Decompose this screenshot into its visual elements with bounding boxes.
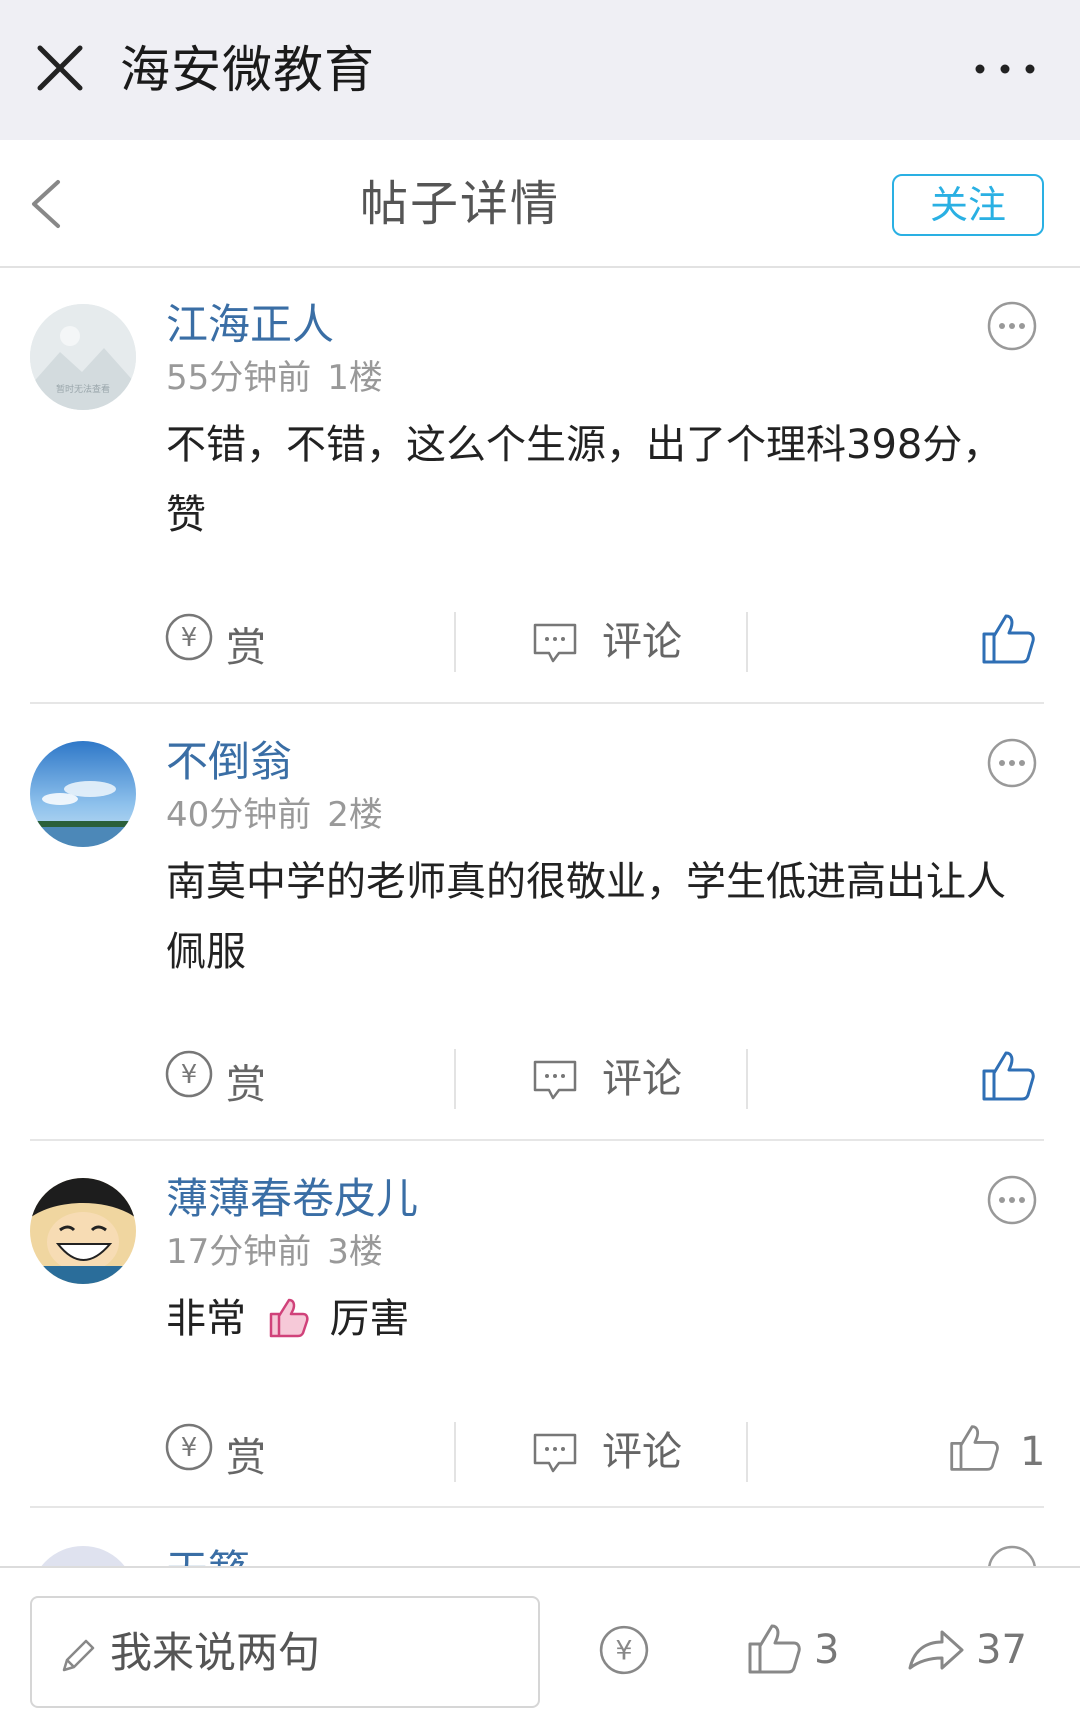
post-meta: 40分钟前 2楼 — [166, 793, 383, 837]
thumbs-up-icon — [748, 1624, 801, 1674]
more-icon[interactable] — [970, 54, 1040, 84]
sky-photo-icon — [30, 741, 136, 847]
post-floor: 1楼 — [327, 358, 383, 398]
app-bar: 海安微教育 — [0, 0, 1080, 140]
reward-button[interactable]: ¥ 赏 — [164, 1049, 284, 1109]
comment-icon — [533, 1060, 577, 1100]
divider — [746, 1049, 748, 1109]
yuan-icon: ¥ — [165, 613, 213, 661]
like-button[interactable] — [980, 1049, 1040, 1109]
post-actions: ¥ 赏 评论 — [0, 612, 1080, 672]
post-content: 南莫中学的老师真的很敬业，学生低进高出让人 佩服 — [166, 847, 1056, 987]
post-meta: 17分钟前 3楼 — [166, 1230, 383, 1274]
reward-label: 赏 — [226, 1062, 266, 1108]
yuan-icon: ¥ — [599, 1625, 649, 1675]
yuan-icon: ¥ — [165, 1050, 213, 1098]
comment-button[interactable]: 评论 — [532, 612, 732, 672]
post-time: 40分钟前 — [166, 795, 312, 835]
options-icon[interactable] — [986, 1544, 1038, 1566]
thumbs-up-emoji-icon — [269, 1298, 309, 1338]
cartoon-avatar-icon — [30, 1178, 136, 1284]
placeholder-image-icon: 暂时无法查看 — [30, 304, 136, 410]
share-icon — [908, 1630, 964, 1670]
post-item: 暂时无法查看 江海正人 55分钟前 1楼 不错，不错，这么个生源，出了个理科398… — [0, 268, 1080, 708]
like-button[interactable] — [980, 612, 1040, 672]
page-title: 帖子详情 — [359, 176, 560, 232]
post-content-text: 非常 — [166, 1296, 246, 1342]
comment-button[interactable]: 评论 — [532, 1422, 732, 1482]
post-item: 薄薄春卷皮儿 17分钟前 3楼 非常 厉害 ¥ 赏 评论 1 — [0, 1142, 1080, 1512]
comment-button[interactable]: 评论 — [532, 1049, 732, 1109]
avatar-caption: 暂时无法查看 — [56, 383, 110, 395]
post-floor: 2楼 — [327, 795, 383, 835]
bottom-bar: 我来说两句 ¥ 3 37 — [0, 1566, 1080, 1736]
post-actions: ¥ 赏 评论 — [0, 1049, 1080, 1109]
like-count: 1 — [1020, 1429, 1046, 1475]
post-content: 不错，不错，这么个生源，出了个理科398分， 赞 — [166, 410, 1056, 550]
divider — [454, 612, 456, 672]
username[interactable]: 不倒翁 — [166, 735, 292, 789]
post-content-line: 不错，不错，这么个生源，出了个理科398分， — [166, 422, 1003, 468]
share-count: 37 — [976, 1627, 1027, 1673]
divider — [454, 1049, 456, 1109]
avatar[interactable] — [30, 741, 136, 847]
svg-text:¥: ¥ — [615, 1635, 632, 1666]
divider — [30, 1139, 1044, 1141]
like-button[interactable]: 3 — [746, 1618, 866, 1682]
username[interactable]: 天籁 — [166, 1544, 250, 1566]
thumbs-up-icon — [982, 1051, 1035, 1101]
divider — [454, 1422, 456, 1482]
post-content-line: 赞 — [166, 492, 206, 538]
comment-label: 评论 — [602, 1429, 682, 1475]
options-icon[interactable] — [986, 1174, 1038, 1226]
post-time: 55分钟前 — [166, 358, 312, 398]
divider — [746, 612, 748, 672]
yuan-icon: ¥ — [165, 1423, 213, 1471]
post-item: 不倒翁 40分钟前 2楼 南莫中学的老师真的很敬业，学生低进高出让人 佩服 ¥ 赏… — [0, 705, 1080, 1145]
post-content-line: 佩服 — [166, 929, 246, 975]
post-item: 天籁 — [0, 1508, 1080, 1566]
like-button[interactable]: 1 — [948, 1422, 1048, 1482]
divider — [30, 702, 1044, 704]
post-content: 非常 厉害 — [166, 1284, 1056, 1354]
comment-icon — [533, 623, 577, 663]
post-floor: 3楼 — [327, 1232, 383, 1272]
thumbs-up-icon — [982, 614, 1035, 664]
thumbs-up-icon — [950, 1425, 999, 1471]
reward-label: 赏 — [226, 1435, 266, 1481]
username[interactable]: 薄薄春卷皮儿 — [166, 1172, 418, 1226]
avatar[interactable] — [30, 1178, 136, 1284]
avatar[interactable] — [30, 1546, 136, 1566]
nav-bar: 帖子详情 关注 — [0, 140, 1080, 268]
app-title: 海安微教育 — [120, 41, 375, 99]
post-content-text: 厉害 — [329, 1296, 410, 1342]
comment-label: 评论 — [602, 619, 682, 665]
avatar[interactable]: 暂时无法查看 — [30, 304, 136, 410]
like-count: 3 — [814, 1627, 840, 1673]
reward-label: 赏 — [226, 625, 266, 671]
username[interactable]: 江海正人 — [166, 298, 334, 352]
reward-button[interactable]: ¥ 赏 — [164, 1422, 284, 1482]
svg-text:¥: ¥ — [181, 1060, 198, 1090]
comment-icon — [533, 1433, 577, 1473]
divider — [746, 1422, 748, 1482]
post-meta: 55分钟前 1楼 — [166, 356, 383, 400]
options-icon[interactable] — [986, 737, 1038, 789]
svg-text:¥: ¥ — [181, 1433, 198, 1463]
comment-placeholder: 我来说两句 — [110, 1628, 321, 1677]
follow-button[interactable]: 关注 — [892, 174, 1044, 236]
pencil-icon — [62, 1639, 95, 1672]
comment-input[interactable]: 我来说两句 — [30, 1596, 540, 1708]
reward-button[interactable]: ¥ — [598, 1618, 654, 1682]
share-button[interactable]: 37 — [906, 1618, 1056, 1682]
close-icon[interactable] — [34, 42, 86, 94]
post-content-line: 南莫中学的老师真的很敬业，学生低进高出让人 — [166, 859, 1006, 905]
reward-button[interactable]: ¥ 赏 — [164, 612, 284, 672]
post-time: 17分钟前 — [166, 1232, 312, 1272]
options-icon[interactable] — [986, 300, 1038, 352]
comment-label: 评论 — [602, 1056, 682, 1102]
svg-text:¥: ¥ — [181, 623, 198, 653]
post-actions: ¥ 赏 评论 1 — [0, 1422, 1080, 1482]
